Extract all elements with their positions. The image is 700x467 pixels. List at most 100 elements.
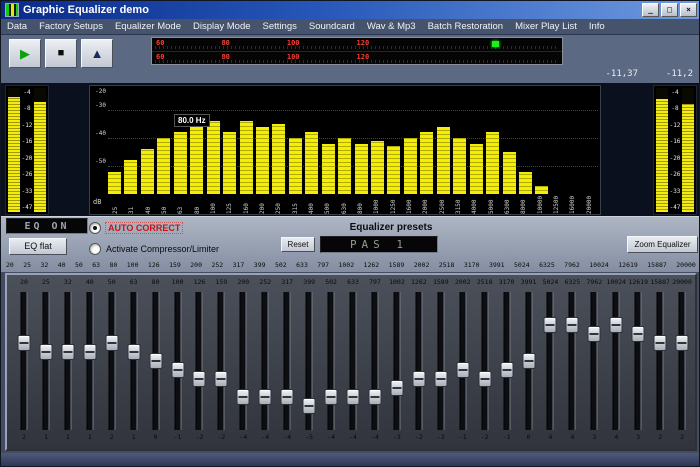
eq-slider-thumb[interactable] xyxy=(347,389,360,405)
eq-slider-track[interactable] xyxy=(64,292,71,430)
eq-slider-track[interactable] xyxy=(130,292,137,430)
eq-slider-thumb[interactable] xyxy=(171,362,184,378)
eq-slider-track[interactable] xyxy=(174,292,181,430)
menu-item-mixer-play-list[interactable]: Mixer Play List xyxy=(509,21,583,32)
eq-slider-track[interactable] xyxy=(350,292,357,430)
eq-slider-track[interactable] xyxy=(591,292,598,430)
eq-slider[interactable] xyxy=(671,290,693,432)
eq-slider[interactable] xyxy=(561,290,583,432)
eq-slider-thumb[interactable] xyxy=(17,335,30,351)
eq-slider-track[interactable] xyxy=(262,292,269,430)
eq-slider[interactable] xyxy=(649,290,671,432)
eq-slider[interactable] xyxy=(232,290,254,432)
menu-item-batch-restoration[interactable]: Batch Restoration xyxy=(422,21,510,32)
menu-item-equalizer-mode[interactable]: Equalizer Mode xyxy=(109,21,187,32)
eq-slider-track[interactable] xyxy=(635,292,642,430)
eq-slider-track[interactable] xyxy=(547,292,554,430)
eq-slider[interactable] xyxy=(13,290,35,432)
auto-correct-option[interactable]: AUTO CORRECT xyxy=(89,222,182,234)
eq-slider-thumb[interactable] xyxy=(281,389,294,405)
eject-button[interactable]: ▲ xyxy=(81,39,113,68)
eq-slider-thumb[interactable] xyxy=(676,335,689,351)
eq-slider-track[interactable] xyxy=(20,292,27,430)
eq-slider-track[interactable] xyxy=(240,292,247,430)
menu-item-factory-setups[interactable]: Factory Setups xyxy=(33,21,109,32)
eq-slider-thumb[interactable] xyxy=(632,326,645,342)
eq-slider-thumb[interactable] xyxy=(325,389,338,405)
eq-slider-thumb[interactable] xyxy=(500,362,513,378)
eq-slider[interactable] xyxy=(79,290,101,432)
eq-slider-thumb[interactable] xyxy=(39,344,52,360)
eq-slider-thumb[interactable] xyxy=(83,344,96,360)
eq-slider[interactable] xyxy=(627,290,649,432)
menu-item-data[interactable]: Data xyxy=(1,21,33,32)
auto-correct-radio[interactable] xyxy=(89,222,101,234)
eq-slider[interactable] xyxy=(35,290,57,432)
menu-item-info[interactable]: Info xyxy=(583,21,611,32)
eq-slider-thumb[interactable] xyxy=(390,380,403,396)
eq-slider[interactable] xyxy=(123,290,145,432)
eq-slider[interactable] xyxy=(518,290,540,432)
maximize-button[interactable]: □ xyxy=(661,3,678,17)
eq-slider-track[interactable] xyxy=(679,292,686,430)
eq-slider-thumb[interactable] xyxy=(259,389,272,405)
eq-flat-button[interactable]: EQ flat xyxy=(9,238,67,255)
eq-slider-thumb[interactable] xyxy=(478,371,491,387)
eq-slider-thumb[interactable] xyxy=(544,317,557,333)
eq-slider-thumb[interactable] xyxy=(193,371,206,387)
eq-slider-track[interactable] xyxy=(459,292,466,430)
eq-slider-thumb[interactable] xyxy=(610,317,623,333)
eq-slider-thumb[interactable] xyxy=(303,398,316,414)
eq-slider[interactable] xyxy=(57,290,79,432)
eq-slider-thumb[interactable] xyxy=(215,371,228,387)
stop-button[interactable]: ■ xyxy=(45,39,77,68)
eq-slider[interactable] xyxy=(298,290,320,432)
eq-slider[interactable] xyxy=(583,290,605,432)
eq-slider[interactable] xyxy=(452,290,474,432)
play-button[interactable]: ▶ xyxy=(9,39,41,68)
zoom-equalizer-button[interactable]: Zoom Equalizer xyxy=(627,236,698,253)
eq-slider-track[interactable] xyxy=(108,292,115,430)
eq-slider[interactable] xyxy=(474,290,496,432)
menu-item-wav-mp3[interactable]: Wav & Mp3 xyxy=(361,21,422,32)
eq-slider-track[interactable] xyxy=(218,292,225,430)
menu-item-soundcard[interactable]: Soundcard xyxy=(303,21,361,32)
eq-slider-track[interactable] xyxy=(371,292,378,430)
eq-slider-thumb[interactable] xyxy=(588,326,601,342)
eq-slider-track[interactable] xyxy=(613,292,620,430)
eq-slider-thumb[interactable] xyxy=(61,344,74,360)
eq-slider-track[interactable] xyxy=(284,292,291,430)
reset-button[interactable]: Reset xyxy=(281,237,315,252)
eq-slider-thumb[interactable] xyxy=(368,389,381,405)
title-bar[interactable]: Graphic Equalizer demo _ □ × xyxy=(1,1,700,19)
eq-slider[interactable] xyxy=(430,290,452,432)
eq-slider-thumb[interactable] xyxy=(456,362,469,378)
eq-slider-track[interactable] xyxy=(415,292,422,430)
compressor-option[interactable]: Activate Compressor/Limiter xyxy=(89,243,219,255)
eq-slider[interactable] xyxy=(167,290,189,432)
compressor-radio[interactable] xyxy=(89,243,101,255)
menu-item-settings[interactable]: Settings xyxy=(257,21,303,32)
eq-slider[interactable] xyxy=(276,290,298,432)
eq-slider-track[interactable] xyxy=(481,292,488,430)
eq-slider[interactable] xyxy=(210,290,232,432)
eq-slider-thumb[interactable] xyxy=(522,353,535,369)
eq-slider-track[interactable] xyxy=(42,292,49,430)
minimize-button[interactable]: _ xyxy=(642,3,659,17)
eq-slider-track[interactable] xyxy=(328,292,335,430)
eq-slider-track[interactable] xyxy=(86,292,93,430)
eq-slider[interactable] xyxy=(540,290,562,432)
eq-slider[interactable] xyxy=(408,290,430,432)
eq-slider-track[interactable] xyxy=(657,292,664,430)
eq-slider[interactable] xyxy=(320,290,342,432)
eq-slider-thumb[interactable] xyxy=(412,371,425,387)
eq-slider[interactable] xyxy=(101,290,123,432)
eq-slider[interactable] xyxy=(342,290,364,432)
eq-slider-thumb[interactable] xyxy=(434,371,447,387)
eq-slider[interactable] xyxy=(364,290,386,432)
eq-slider-track[interactable] xyxy=(569,292,576,430)
eq-slider[interactable] xyxy=(145,290,167,432)
eq-slider-track[interactable] xyxy=(503,292,510,430)
eq-slider-track[interactable] xyxy=(393,292,400,430)
eq-slider-thumb[interactable] xyxy=(149,353,162,369)
